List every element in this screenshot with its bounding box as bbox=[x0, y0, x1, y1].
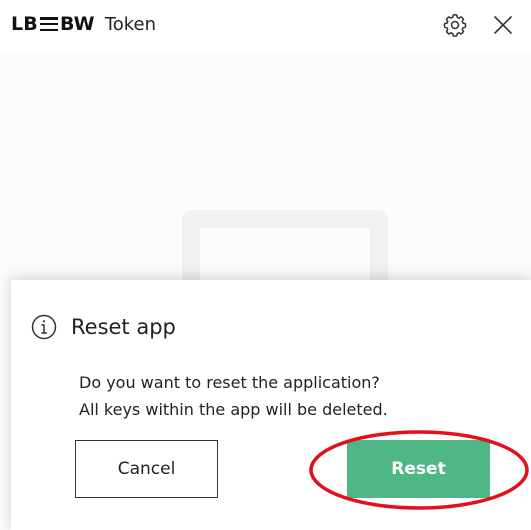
dialog-header: Reset app bbox=[31, 314, 176, 340]
logo-text-right: BW bbox=[60, 13, 95, 35]
reset-dialog: Reset app Do you want to reset the appli… bbox=[11, 280, 531, 530]
close-icon bbox=[494, 16, 512, 34]
close-button[interactable] bbox=[488, 10, 518, 40]
brand: LB BW Token bbox=[11, 13, 156, 35]
info-icon bbox=[31, 314, 57, 340]
settings-button[interactable] bbox=[440, 10, 470, 40]
app-name: Token bbox=[104, 13, 157, 35]
logo-text-left: LB bbox=[11, 13, 38, 35]
reset-button[interactable]: Reset bbox=[347, 440, 490, 498]
dialog-message: Do you want to reset the application? Al… bbox=[79, 369, 499, 423]
message-line-2: All keys within the app will be deleted. bbox=[79, 400, 388, 419]
cancel-button[interactable]: Cancel bbox=[75, 440, 218, 498]
lbbw-logo: LB BW bbox=[11, 13, 95, 35]
dialog-title: Reset app bbox=[71, 315, 176, 339]
app-header: LB BW Token bbox=[0, 0, 531, 50]
logo-bars-icon bbox=[40, 17, 58, 31]
gear-icon bbox=[443, 13, 467, 37]
message-line-1: Do you want to reset the application? bbox=[79, 373, 380, 392]
